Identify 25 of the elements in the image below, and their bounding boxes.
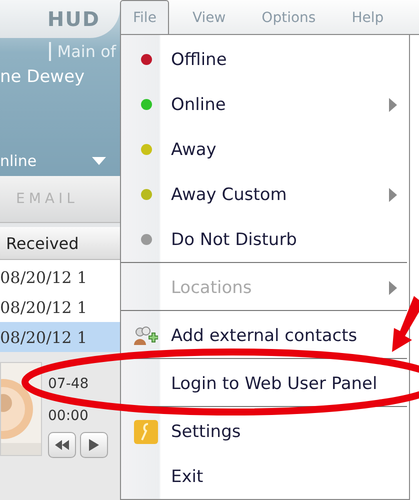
menu-item[interactable]: Do Not Disturb [121,217,409,262]
table-row[interactable]: 08/20/12 1 [0,262,120,292]
column-header[interactable]: Received [0,227,120,260]
table-row[interactable]: 08/20/12 1 [0,322,120,352]
rewind-button[interactable] [48,432,76,458]
play-button[interactable] [80,432,108,458]
menu-item[interactable]: Settings [121,409,409,454]
rewind-icon [55,440,69,450]
table-row[interactable]: 08/20/12 1 [0,292,120,322]
menu-item[interactable]: Offline [121,37,409,82]
settings-icon [134,420,158,444]
menu-item[interactable]: Add external contacts [121,313,409,358]
menu-item[interactable]: Login to Web User Panel [121,361,409,406]
app-logo: HUD [47,7,100,31]
menu-item[interactable]: Exit [121,454,409,499]
phone-number: 07-48 [48,376,89,392]
menu-item[interactable]: Away Custom [121,172,409,217]
menu-item[interactable]: Online [121,82,409,127]
play-icon [89,439,99,451]
add-contacts-icon [134,326,158,346]
call-timer: 00:00 [48,408,88,424]
menu-item[interactable]: Away [121,127,409,172]
pointer-arrow [392,296,419,352]
user-name: ne Dewey [0,67,86,87]
dropdown-caret-icon[interactable] [92,157,106,165]
